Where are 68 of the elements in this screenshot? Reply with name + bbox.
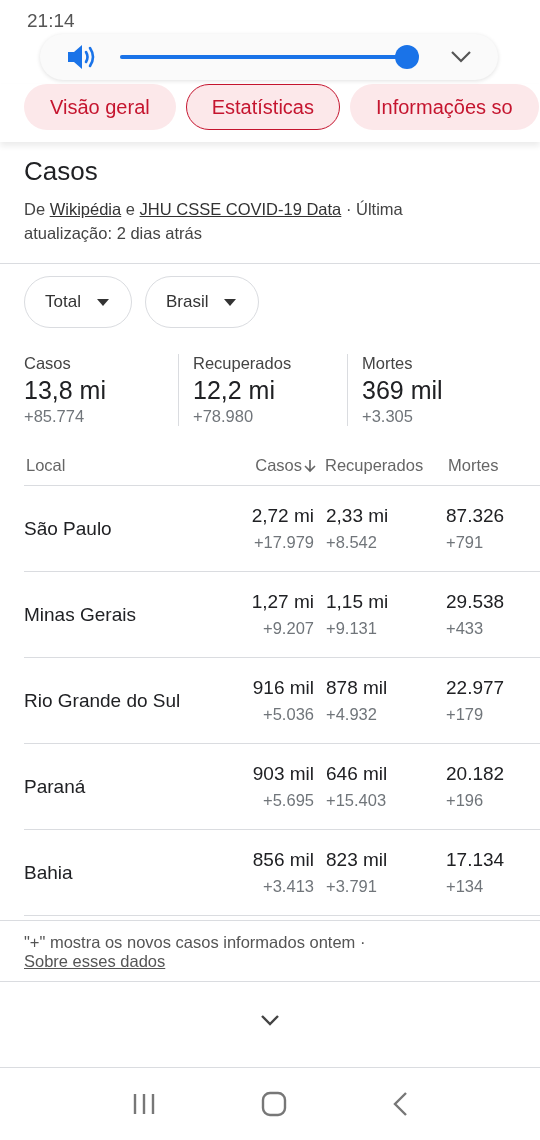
table-cell-text: +8.542 (326, 533, 378, 552)
stat-value: 369 mil (362, 376, 444, 405)
column-header[interactable]: Mortes (448, 456, 538, 475)
table-cell-text: +3.791 (326, 877, 378, 896)
table-cell-text: 1,15 mi (326, 591, 390, 613)
table-cell-text: 823 mil (326, 849, 389, 871)
chevron-down-icon[interactable] (450, 50, 472, 64)
table-cell: 2,72 mi (251, 505, 314, 527)
tab[interactable]: Visão geral (24, 84, 176, 130)
stat-label: Mortes (362, 354, 414, 373)
table-cell-text: +433 (446, 619, 485, 638)
table-cell: 1,27 mi (251, 591, 314, 613)
column-header[interactable]: Recuperados (316, 456, 448, 475)
source-text: De Wikipédia e JHU CSSE COVID-19 Data · Última atualização: 2 dias atrás (24, 199, 404, 244)
footnote-text: "+" mostra os novos casos informados ontem · (24, 933, 367, 952)
table-cell: +17.979 (253, 533, 314, 552)
stat-label: Recuperados (193, 354, 293, 373)
dropdown-arrow-icon (96, 298, 109, 306)
table-cell: 903 mil (252, 763, 314, 785)
stat-delta: +3.305 (362, 407, 414, 426)
status-time: 21:14 (27, 10, 75, 31)
table-cell-text: 646 mil (326, 763, 389, 785)
table-cell-text: 87.326 (446, 505, 506, 527)
table-cell: +5.036 (263, 705, 314, 724)
source-link[interactable]: Wikipédia (49, 200, 122, 218)
home-icon[interactable] (261, 1091, 287, 1117)
table-cell: +3.413 (263, 877, 314, 896)
table-cell-text: Paraná (24, 775, 87, 798)
table-cell-text: Rio Grande do Sul (24, 689, 182, 712)
tab[interactable]: Estatísticas (185, 84, 340, 130)
stat-delta: +85.774 (24, 407, 86, 426)
table-cell-text: 20.182 (446, 763, 506, 785)
table-cell-text: Minas Gerais (24, 603, 137, 626)
table-cell-text: +196 (446, 791, 485, 810)
table-cell-text: São Paulo (24, 517, 113, 540)
column-header[interactable]: Local (26, 456, 206, 475)
back-icon[interactable] (391, 1091, 408, 1117)
sort-arrow-icon (304, 458, 316, 473)
table-cell-text: +791 (446, 533, 485, 552)
recent-apps-icon[interactable] (132, 1092, 157, 1116)
table-cell-text: +9.131 (326, 619, 378, 638)
table-cell-text: +4.932 (326, 705, 378, 724)
table-cell-text: 22.977 (446, 677, 506, 699)
table-cell: +5.695 (263, 791, 314, 810)
table-cell-text: 878 mil (326, 677, 389, 699)
table-cell-text: 17.134 (446, 849, 506, 871)
section-title: Casos (24, 156, 99, 187)
table-cell: +9.207 (263, 619, 314, 638)
table-cell-text: +134 (446, 877, 485, 896)
filter-dropdown[interactable]: Brasil (144, 276, 260, 328)
expand-icon[interactable] (260, 1014, 280, 1026)
table-cell: 916 mil (252, 677, 314, 699)
stat-label: Casos (24, 354, 72, 373)
table-cell-text: +179 (446, 705, 485, 724)
stat-value: 12,2 mi (193, 376, 276, 405)
table-cell-text: 2,33 mi (326, 505, 390, 527)
source-link[interactable]: JHU CSSE COVID-19 Data (139, 200, 342, 218)
table-cell: 856 mil (252, 849, 314, 871)
stat-delta: +78.980 (193, 407, 255, 426)
table-cell-text: Bahia (24, 861, 74, 884)
column-header[interactable]: Casos (206, 456, 316, 475)
dropdown-arrow-icon (224, 298, 237, 306)
table-cell-text: 29.538 (446, 591, 506, 613)
tab[interactable]: Informações so (349, 84, 539, 130)
about-data-link[interactable]: Sobre esses dados (24, 952, 166, 971)
filter-dropdown[interactable]: Total (24, 276, 132, 328)
stat-value: 13,8 mi (24, 376, 107, 405)
table-cell-text: +15.403 (326, 791, 388, 810)
